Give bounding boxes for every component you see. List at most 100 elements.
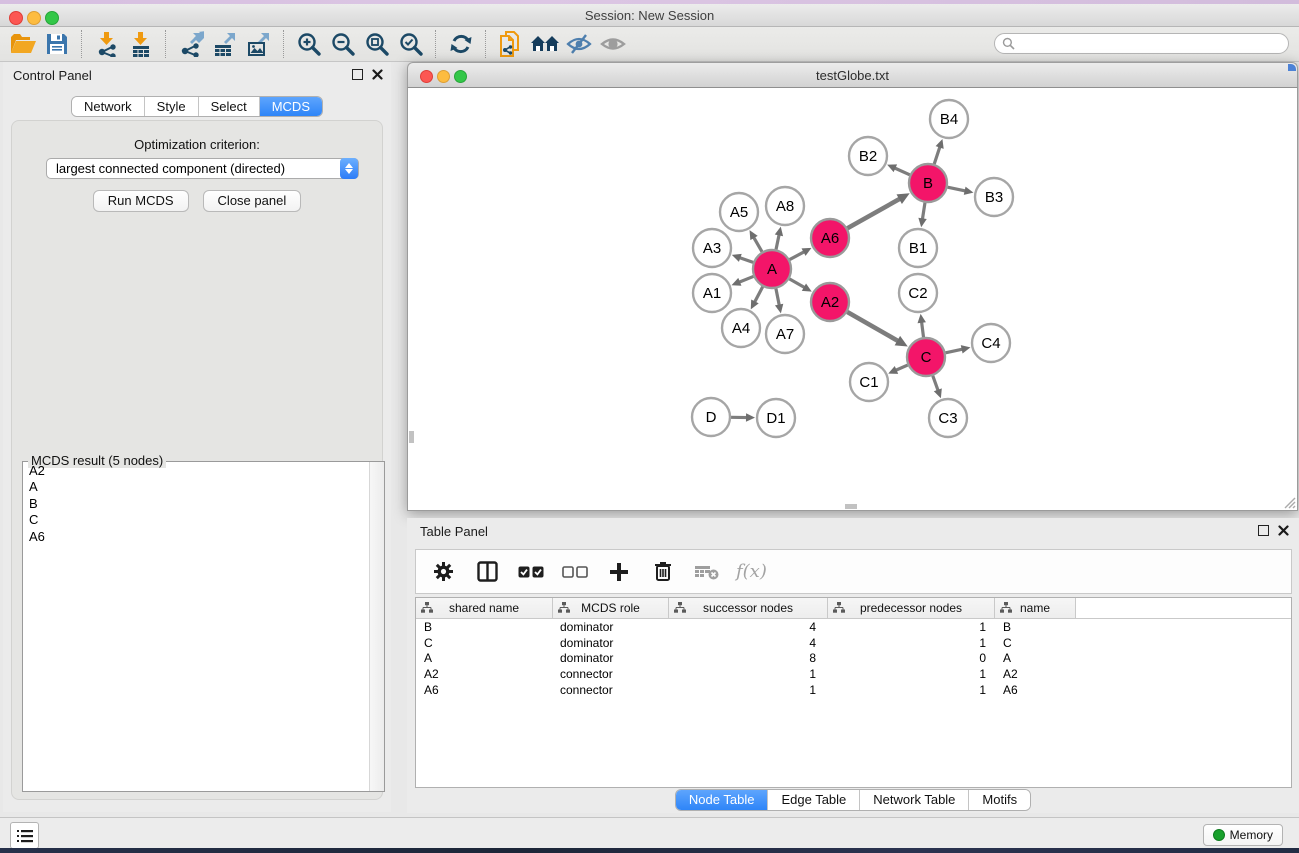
add-icon[interactable] [606, 558, 632, 586]
graph-edge-A-A1[interactable] [738, 276, 753, 282]
network-canvas[interactable]: B4B2BB3A5A8A6A3B1AA1C2A2A4A7C4CC1C3DD1 [407, 88, 1298, 511]
tab-select[interactable]: Select [198, 97, 259, 116]
table-header-row: shared nameMCDS rolesuccessor nodesprede… [416, 598, 1291, 619]
list-item[interactable]: B [24, 496, 369, 512]
graph-edge-A-A3[interactable] [738, 257, 753, 262]
export-image-icon[interactable] [244, 30, 274, 58]
status-bar: Memory [0, 817, 1299, 849]
table-row[interactable]: Cdominator41C [416, 635, 1291, 651]
table-row[interactable]: Bdominator41B [416, 619, 1291, 635]
close-panel-icon[interactable] [372, 69, 383, 80]
open-folder-icon[interactable] [8, 30, 38, 58]
graph-edge-B-B3[interactable] [948, 187, 967, 191]
float-panel-icon[interactable] [1258, 525, 1269, 536]
tab-network-table[interactable]: Network Table [859, 790, 968, 810]
table-cell: 4 [669, 620, 828, 634]
graph-edge-A-A2[interactable] [789, 279, 805, 288]
duplicate-network-icon[interactable] [496, 30, 526, 58]
graph-edge-A6-B[interactable] [847, 198, 901, 228]
tab-node-table[interactable]: Node Table [676, 790, 768, 810]
save-icon[interactable] [42, 30, 72, 58]
zoom-in-icon[interactable] [294, 30, 324, 58]
close-panel-icon[interactable] [1278, 525, 1289, 536]
gear-icon[interactable] [430, 558, 456, 586]
column-header-predecessor-nodes[interactable]: predecessor nodes [828, 598, 995, 618]
export-network-icon[interactable] [176, 30, 206, 58]
tab-edge-table[interactable]: Edge Table [767, 790, 859, 810]
table-cell: A6 [995, 683, 1076, 697]
graph-edge-A-A4[interactable] [754, 287, 763, 304]
memory-button[interactable]: Memory [1203, 824, 1283, 846]
graph-edge-C-C1[interactable] [895, 365, 908, 371]
table-row[interactable]: A6connector11A6 [416, 682, 1291, 698]
graph-edge-arrow-icon [746, 413, 755, 421]
graph-node-label-A2: A2 [821, 294, 839, 311]
list-item[interactable]: A2 [24, 463, 369, 479]
graph-edge-A-A8[interactable] [776, 233, 779, 249]
import-network-icon[interactable] [92, 30, 122, 58]
graph-edge-A-A7[interactable] [776, 289, 780, 307]
optimization-criterion-label: Optimization criterion: [12, 137, 382, 152]
search-field[interactable] [994, 33, 1289, 54]
criterion-dropdown[interactable]: largest connected component (directed) [46, 158, 359, 179]
function-icon[interactable]: f(x) [736, 561, 767, 582]
tab-motifs[interactable]: Motifs [968, 790, 1030, 810]
unselect-all-icon[interactable] [562, 558, 588, 586]
graph-edge-B-B2[interactable] [894, 167, 910, 174]
graph-edge-arrow-icon [775, 227, 783, 237]
control-tab-group: NetworkStyleSelectMCDS [71, 96, 323, 117]
list-item[interactable]: C [24, 512, 369, 528]
graph-edge-B-B1[interactable] [922, 203, 925, 221]
table-cell: 8 [669, 651, 828, 665]
zoom-out-icon[interactable] [328, 30, 358, 58]
toolbar-separator [165, 30, 167, 58]
graph-edge-C-C2[interactable] [921, 321, 923, 337]
graph-edge-A-A6[interactable] [790, 251, 806, 259]
table-row[interactable]: A2connector11A2 [416, 666, 1291, 682]
refresh-icon[interactable] [446, 30, 476, 58]
eye-icon[interactable] [598, 30, 628, 58]
graph-edge-C-C3[interactable] [933, 376, 939, 392]
mcds-result-list: A2ABCA6 [24, 463, 369, 790]
tab-mcds[interactable]: MCDS [259, 97, 322, 116]
zoom-fit-icon[interactable] [362, 30, 392, 58]
network-window-titlebar[interactable]: testGlobe.txt [407, 62, 1298, 88]
hide-show-icon[interactable] [564, 30, 594, 58]
hierarchy-icon [674, 602, 686, 613]
list-item[interactable]: A6 [24, 529, 369, 545]
export-table-icon[interactable] [210, 30, 240, 58]
home-icon[interactable] [530, 30, 560, 58]
tab-style[interactable]: Style [144, 97, 198, 116]
delete-table-icon[interactable] [694, 558, 720, 586]
table-cell: 1 [828, 636, 995, 650]
graph-edge-B-B4[interactable] [934, 146, 940, 164]
graph-edge-A2-C[interactable] [847, 312, 899, 342]
columns-icon[interactable] [474, 558, 500, 586]
network-graph[interactable]: B4B2BB3A5A8A6A3B1AA1C2A2A4A7C4CC1C3DD1 [408, 88, 1297, 509]
float-panel-icon[interactable] [352, 69, 363, 80]
zoom-selected-icon[interactable] [396, 30, 426, 58]
run-mcds-button[interactable]: Run MCDS [93, 190, 189, 212]
resize-grip-icon[interactable] [1282, 495, 1296, 509]
table-cell: connector [553, 683, 669, 697]
list-item[interactable]: A [24, 479, 369, 495]
search-input[interactable] [1015, 36, 1269, 52]
result-scrollbar[interactable] [369, 462, 384, 791]
horizontal-scroll-nub[interactable] [845, 504, 857, 509]
toolbar-separator [283, 30, 285, 58]
delete-icon[interactable] [650, 558, 676, 586]
graph-node-label-A7: A7 [776, 326, 794, 343]
column-header-name[interactable]: name [995, 598, 1076, 618]
graph-edge-A-A5[interactable] [753, 236, 762, 251]
column-header-shared-name[interactable]: shared name [416, 598, 553, 618]
tab-network[interactable]: Network [72, 97, 144, 116]
vertical-scroll-nub[interactable] [409, 431, 414, 443]
column-header-successor-nodes[interactable]: successor nodes [669, 598, 828, 618]
graph-edge-C-C4[interactable] [946, 349, 964, 353]
select-all-icon[interactable] [518, 558, 544, 586]
task-list-button[interactable] [10, 822, 39, 849]
column-header-MCDS-role[interactable]: MCDS role [553, 598, 669, 618]
import-table-icon[interactable] [126, 30, 156, 58]
table-row[interactable]: Adominator80A [416, 650, 1291, 666]
close-panel-button[interactable]: Close panel [203, 190, 302, 212]
